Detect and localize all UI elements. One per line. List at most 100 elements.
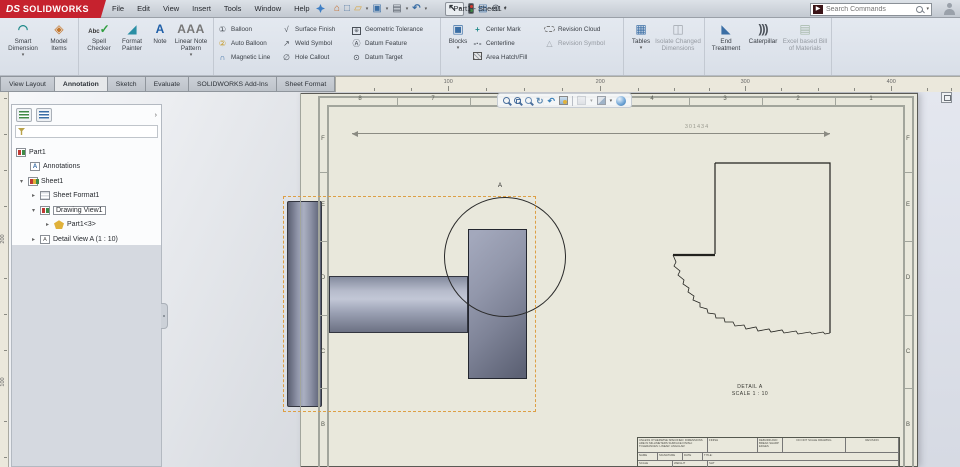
auto-balloon-button[interactable]: ② Auto Balloon [217, 38, 281, 49]
magnetic-line-button[interactable]: ∩ Magnetic Line [217, 52, 281, 63]
menu-tools[interactable]: Tools [224, 4, 242, 13]
search-input[interactable] [826, 5, 914, 13]
search-commands-box[interactable]: ▶ ▾ [810, 2, 932, 16]
tab-evaluate[interactable]: Evaluate [145, 76, 190, 92]
tables-dropdown-icon[interactable]: ▾ [640, 45, 643, 51]
tree-item-annotations[interactable]: A Annotations [12, 160, 161, 175]
collapse-panel-icon[interactable] [941, 92, 952, 103]
centerline-button[interactable]: -·- Centerline [472, 38, 544, 49]
surface-finish-button[interactable]: √ Surface Finish [281, 24, 351, 35]
tree-filter-field[interactable] [15, 125, 158, 138]
dimension-value[interactable]: 301434 [652, 124, 742, 130]
panel-splitter-handle[interactable] [161, 303, 168, 329]
spell-checker-button[interactable]: Abc✓ Spell Checker [82, 20, 116, 52]
zoom-to-area-icon[interactable] [514, 97, 521, 104]
caterpillar-button[interactable]: ))) Caterpillar [744, 20, 782, 45]
save-icon[interactable]: ▣ [372, 3, 381, 15]
pin-menu-icon[interactable] [316, 4, 325, 13]
graphics-area[interactable]: A 301434 DETAIL A SCALE 1 : 10 UNLESS OT… [0, 92, 960, 467]
expand-closed-icon[interactable]: ▸ [44, 221, 51, 228]
zoom-in-out-icon[interactable] [525, 97, 532, 104]
zone-top-4: 4 [650, 96, 654, 102]
surface-finish-icon: √ [284, 24, 289, 34]
revision-cloud-button[interactable]: Revision Cloud [544, 24, 620, 35]
datum-target-button[interactable]: ⊙ Datum Target [351, 52, 437, 63]
print-dropdown-icon[interactable]: ▾ [406, 6, 409, 12]
undo-dropdown-icon[interactable]: ▾ [425, 6, 428, 12]
weld-symbol-button[interactable]: ↗ Weld Symbol [281, 38, 351, 49]
menu-view[interactable]: View [163, 4, 179, 13]
hole-callout-icon: ∅ [283, 52, 290, 62]
print-icon[interactable]: ▤ [392, 3, 401, 15]
excel-bom-button: ▤ Excel based Bill of Materials [782, 22, 828, 52]
menu-edit[interactable]: Edit [137, 4, 150, 13]
hole-callout-button[interactable]: ∅ Hole Callout [281, 52, 351, 63]
tab-sheet-format[interactable]: Sheet Format [277, 76, 336, 92]
menu-window[interactable]: Window [254, 4, 281, 13]
menu-file[interactable]: File [112, 4, 124, 13]
previous-view-icon[interactable]: ↶ [548, 95, 556, 107]
blocks-button[interactable]: ▣ Blocks ▾ [444, 20, 472, 51]
title-block[interactable]: UNLESS OTHERWISE SPECIFIED: DIMENSIONS A… [637, 437, 900, 467]
blocks-dropdown-icon[interactable]: ▾ [457, 45, 460, 51]
save-dropdown-icon[interactable]: ▾ [386, 6, 389, 12]
smart-dimension-button[interactable]: ◠ Smart Dimension ▾ [3, 20, 43, 58]
center-mark-button[interactable]: + Center Mark [472, 24, 544, 35]
display-pane-tab-icon[interactable] [36, 108, 52, 122]
tab-sketch[interactable]: Sketch [107, 76, 146, 92]
detail-view-a[interactable] [640, 150, 840, 345]
login-person-icon[interactable] [944, 3, 955, 15]
model-items-button[interactable]: ◈ Model Items [43, 20, 75, 52]
display-style-icon[interactable] [596, 96, 606, 105]
display-style-dropdown-icon[interactable]: ▾ [610, 98, 613, 104]
open-dropdown-icon[interactable]: ▾ [366, 6, 369, 12]
menu-help[interactable]: Help [294, 4, 309, 13]
edit-appearance-icon[interactable] [616, 95, 627, 106]
spell-checker-icon: Abc✓ [88, 22, 110, 36]
panel-expand-chevron-icon[interactable]: › [155, 112, 157, 119]
rotate-view-icon[interactable]: ↻ [536, 95, 544, 107]
tables-button[interactable]: ▦ Tables ▾ [627, 20, 655, 51]
tree-item-part1-3[interactable]: ▸ Part1<3> [12, 218, 161, 233]
dimension-line[interactable] [352, 133, 830, 134]
new-document-icon[interactable]: □ [344, 3, 350, 15]
dimension-arrow-right [824, 130, 830, 137]
tree-item-sheet-format1[interactable]: ▸ Sheet Format1 [12, 189, 161, 204]
geometric-tolerance-button[interactable]: ⊕ Geometric Tolerance [351, 24, 437, 35]
tree-item-drawing-view1[interactable]: ▾ Drawing View1 [12, 203, 161, 218]
format-painter-button[interactable]: ◢ Format Painter [116, 20, 148, 52]
linear-note-pattern-button[interactable]: AAA Linear Note Pattern ▾ [172, 20, 210, 58]
smart-dimension-dropdown-icon[interactable]: ▾ [22, 52, 25, 58]
open-icon[interactable]: ▱ [354, 3, 362, 15]
balloon-icon: ① [218, 24, 227, 34]
expand-closed-icon[interactable]: ▸ [30, 192, 37, 199]
tree-item-sheet1[interactable]: ▾ Sheet1 [12, 174, 161, 189]
end-treatment-icon: ◣ [721, 22, 731, 36]
balloon-button[interactable]: ① Balloon [217, 24, 281, 35]
zoom-to-fit-icon[interactable] [503, 97, 510, 104]
expand-open-icon[interactable]: ▾ [18, 178, 25, 185]
search-magnifier-icon[interactable] [916, 5, 924, 13]
tree-item-part1[interactable]: Part1 [12, 145, 161, 160]
undo-icon[interactable]: ↶ [412, 3, 420, 15]
linear-note-pattern-dropdown-icon[interactable]: ▾ [190, 52, 193, 58]
tab-annotation[interactable]: Annotation [54, 76, 108, 92]
zone-left-b: B [320, 422, 325, 428]
tab-solidworks-add-ins[interactable]: SOLIDWORKS Add-Ins [189, 76, 278, 92]
isolate-changed-dimensions-icon: ◫ [672, 22, 684, 36]
expand-closed-icon[interactable]: ▸ [30, 236, 37, 243]
home-icon[interactable]: ⌂ [334, 3, 340, 15]
tab-view-layout[interactable]: View Layout [0, 76, 55, 92]
drawing-view1-selection-box[interactable] [283, 196, 536, 412]
datum-feature-button[interactable]: Ⓐ Datum Feature [351, 38, 437, 49]
zone-top-7: 7 [431, 96, 435, 102]
menu-insert[interactable]: Insert [192, 4, 211, 13]
area-hatch-button[interactable]: Area Hatch/Fill [472, 52, 544, 63]
apply-scene-icon[interactable] [559, 96, 569, 105]
note-button[interactable]: A Note [148, 20, 172, 45]
expand-open-icon[interactable]: ▾ [30, 207, 37, 214]
search-dropdown-icon[interactable]: ▾ [926, 6, 929, 12]
end-treatment-button[interactable]: ◣ End Treatment [708, 20, 744, 52]
tree-item-detail-view-a[interactable]: ▸ A Detail View A (1 : 10) [12, 232, 161, 247]
feature-tree-tab-icon[interactable] [16, 108, 32, 122]
